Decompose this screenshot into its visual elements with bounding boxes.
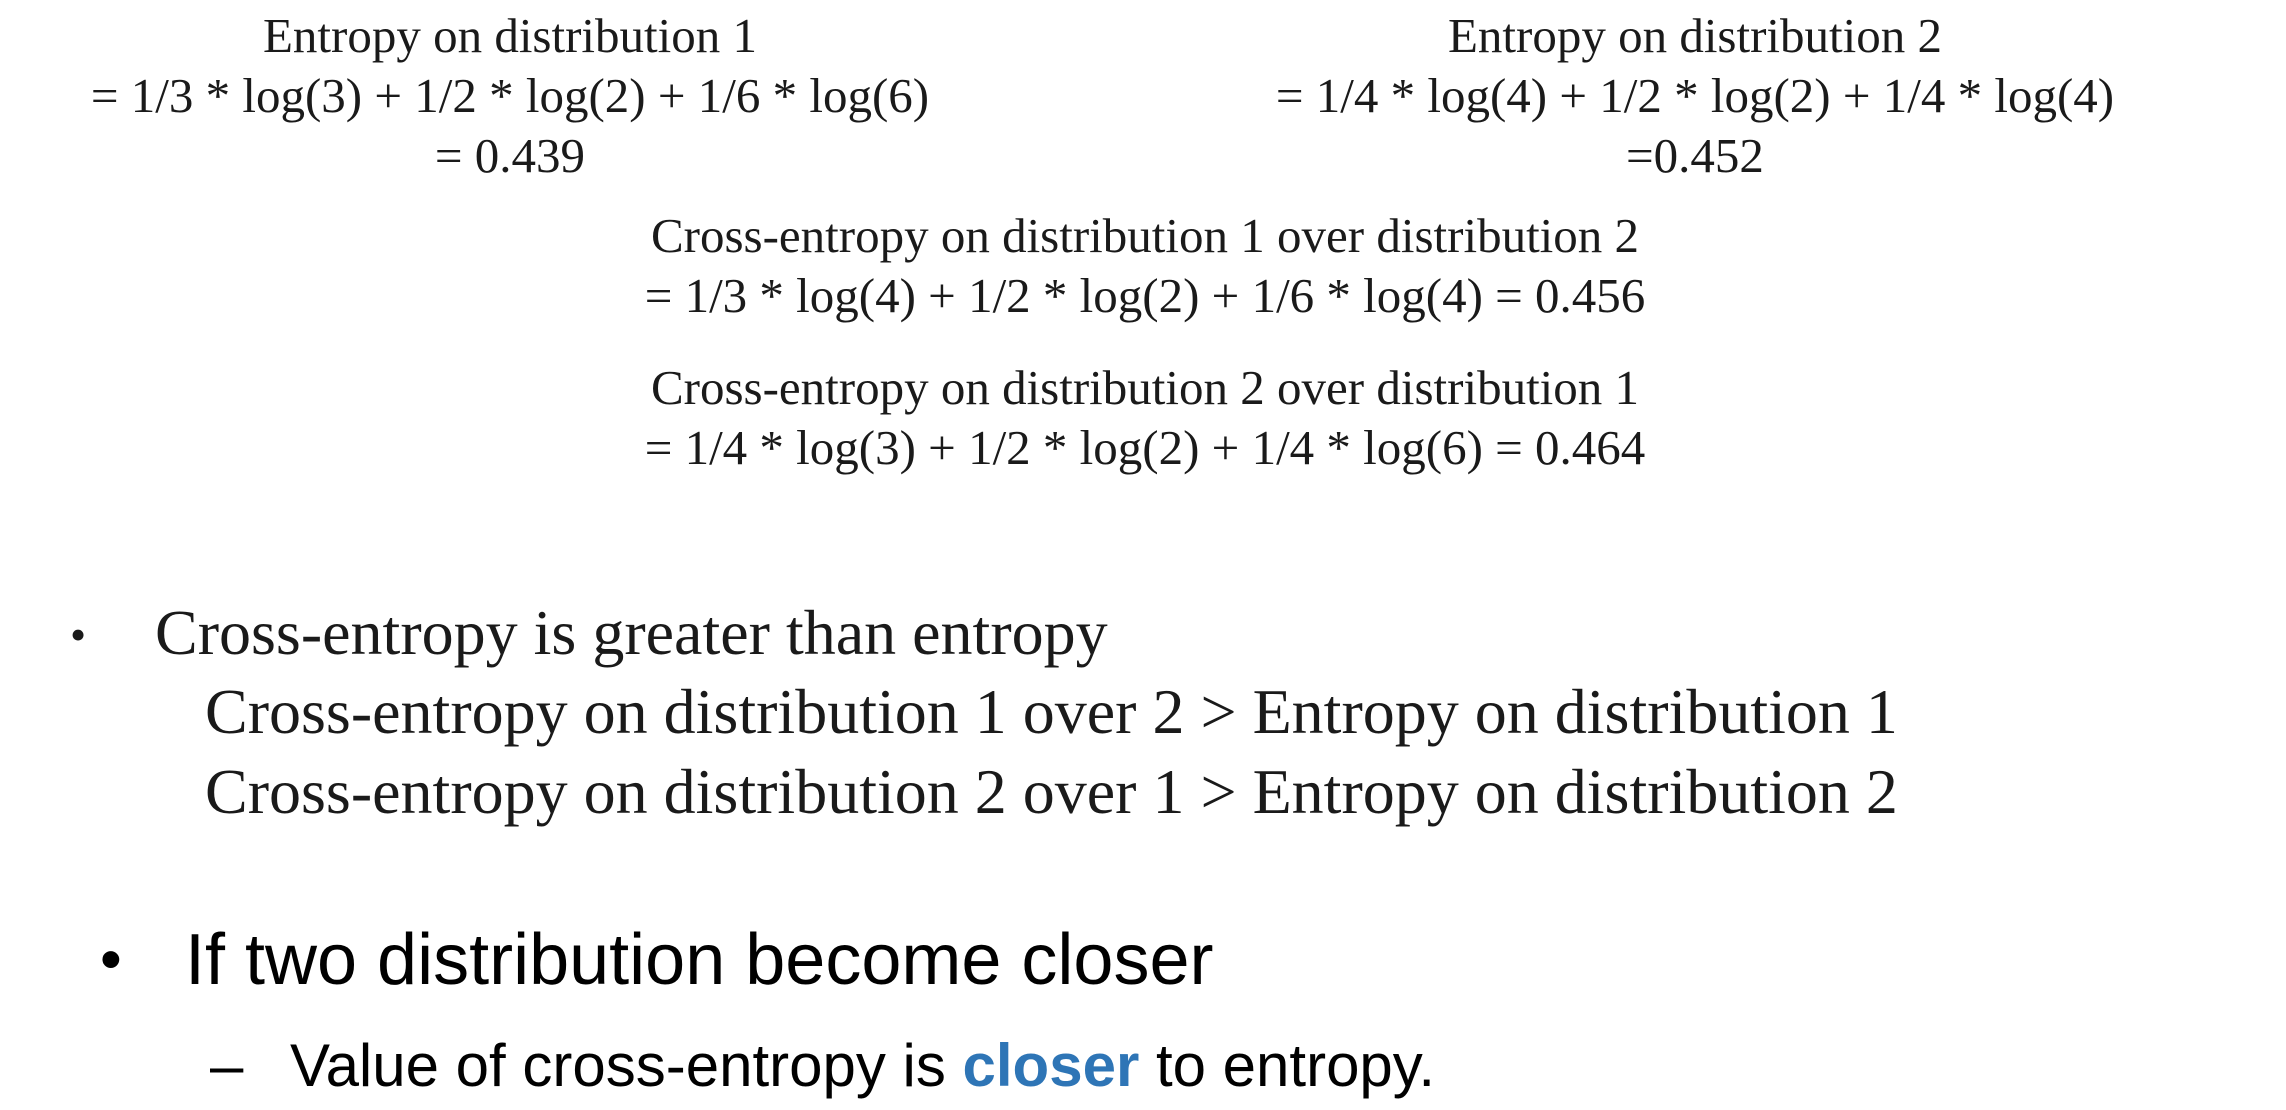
bullet-distributions-closer: If two distribution become closer [185,920,1214,1000]
entropy-2-title: Entropy on distribution 2 [1447,8,1943,63]
entropy-distribution-2: Entropy on distribution 2 = 1/4 * log(4)… [1245,6,2145,186]
highlight-closer: closer [962,1032,1140,1099]
bullet-cross-entropy-greater: Cross-entropy is greater than entropy [155,597,1108,668]
sub-point-2-over-1: Cross-entropy on distribution 2 over 1 >… [205,756,1898,827]
entropy-1-result: = 0.439 [434,128,586,183]
sub-bullet-dash: – [210,1032,244,1099]
bullet-marker: • [100,925,122,994]
entropy-2-formula: = 1/4 * log(4) + 1/2 * log(2) + 1/4 * lo… [1275,68,2115,123]
entropy-distribution-1: Entropy on distribution 1 = 1/3 * log(3)… [75,6,945,186]
cross-entropy-1-over-2: Cross-entropy on distribution 1 over dis… [600,206,1690,326]
entropy-2-result: =0.452 [1626,128,1764,183]
sub-bullet-text-before: Value of cross-entropy is [290,1032,963,1099]
sub-bullet-value-closer: Value of cross-entropy is closer to entr… [290,1028,1435,1104]
entropy-1-formula: = 1/3 * log(3) + 1/2 * log(2) + 1/6 * lo… [90,68,930,123]
cross-entropy-2-over-1: Cross-entropy on distribution 2 over dis… [600,358,1690,478]
cross-entropy-2-over-1-formula: = 1/4 * log(3) + 1/2 * log(2) + 1/4 * lo… [644,420,1646,475]
sub-point-1-over-2: Cross-entropy on distribution 1 over 2 >… [205,676,1898,747]
cross-entropy-1-over-2-formula: = 1/3 * log(4) + 1/2 * log(2) + 1/6 * lo… [644,268,1646,323]
cross-entropy-2-over-1-title: Cross-entropy on distribution 2 over dis… [650,360,1640,415]
entropy-1-title: Entropy on distribution 1 [262,8,758,63]
sub-bullet-text-after: to entropy. [1139,1032,1436,1099]
cross-entropy-1-over-2-title: Cross-entropy on distribution 1 over dis… [650,208,1640,263]
bullet-marker: • [70,609,87,660]
